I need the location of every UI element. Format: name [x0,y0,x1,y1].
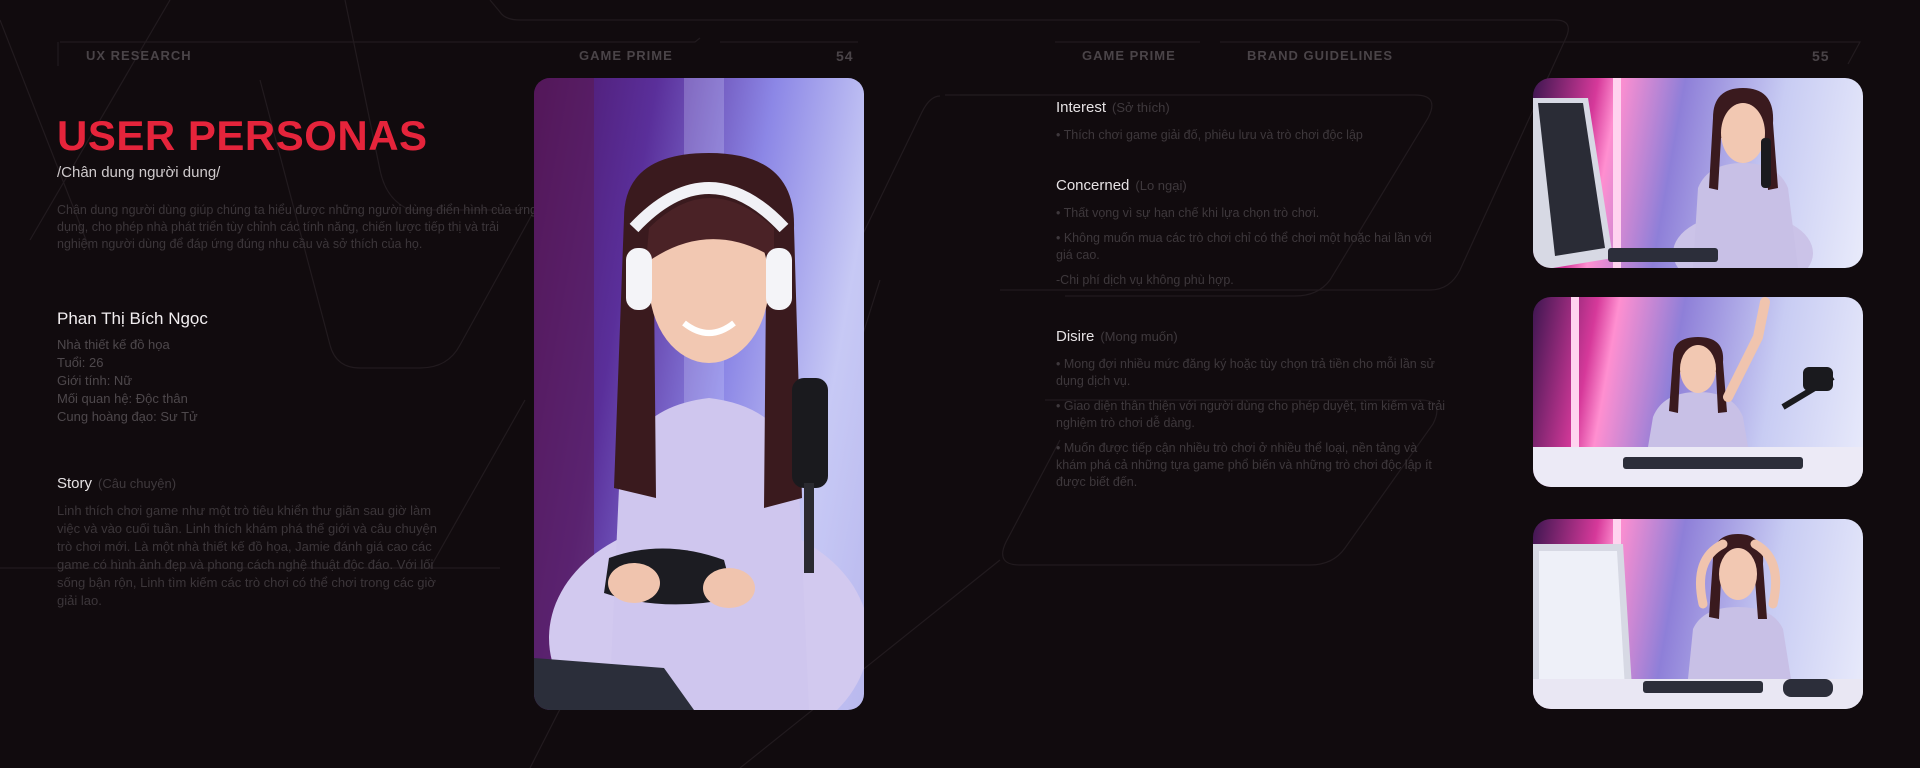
concerned-item: • Thất vọng vì sự hạn chế khi lựa chọn t… [1056,206,1320,220]
concerned-item: • Không muốn mua các trò chơi chỉ có thể… [1056,231,1432,262]
header-brand-right: GAME PRIME [1082,48,1176,63]
intro-paragraph: Chân dung người dùng giúp chúng ta hiểu … [57,203,537,251]
persona-occupation: Nhà thiết kế đồ họa [57,337,170,352]
persona-photo-frustrated [1533,519,1863,709]
interest-heading: Interest (Sở thích) [1056,99,1170,116]
interest-label: Interest [1056,99,1107,116]
concerned-label-vi: (Lo ngại) [1135,178,1187,193]
desire-item: • Mong đợi nhiều mức đăng ký hoặc tùy ch… [1056,357,1435,388]
concerned-list: • Thất vọng vì sự hạn chế khi lựa chọn t… [1056,205,1446,297]
interest-item: • Thích chơi game giải đố, phiêu lưu và … [1056,128,1363,142]
persona-name: Phan Thị Bích Ngọc [57,309,208,328]
story-label: Story [57,475,93,492]
concerned-heading: Concerned (Lo ngại) [1056,177,1187,194]
desire-list: • Mong đợi nhiều mức đăng ký hoặc tùy ch… [1056,356,1446,499]
page-subtitle: /Chân dung người dung/ [57,164,221,181]
header-section-right: BRAND GUIDELINES [1247,48,1394,63]
page-title: USER PERSONAS [57,112,428,159]
desire-label-vi: (Mong muốn) [1100,329,1178,344]
desire-item: • Muốn được tiếp cận nhiều trò chơi ở nh… [1056,441,1432,489]
story-text: Linh thích chơi game như một trò tiêu kh… [57,503,437,608]
page-number-left: 54 [836,48,854,64]
desire-label: Disire [1056,328,1095,345]
concerned-label: Concerned [1056,177,1130,194]
persona-age: Tuổi: 26 [57,355,104,370]
concerned-item: -Chi phí dịch vụ không phù hợp. [1056,273,1234,287]
desire-item: • Giao diện thân thiện với người dùng ch… [1056,399,1446,430]
persona-photo-cheering [1533,297,1863,487]
persona-details: Nhà thiết kế đồ họa Tuổi: 26 Giới tính: … [57,336,198,426]
persona-gender: Giới tính: Nữ [57,373,133,388]
header-brand-left: GAME PRIME [579,48,673,63]
story-label-vi: (Câu chuyện) [98,476,177,491]
interest-list: • Thích chơi game giải đố, phiêu lưu và … [1056,127,1446,152]
interest-label-vi: (Sở thích) [1112,100,1170,115]
persona-zodiac: Cung hoàng đạo: Sư Tử [57,409,198,424]
persona-photo-happy [1533,78,1863,268]
header-section-left: UX RESEARCH [86,48,192,63]
page-number-right: 55 [1812,48,1830,64]
desire-heading: Disire (Mong muốn) [1056,328,1178,345]
story-heading: Story (Câu chuyện) [57,475,176,492]
persona-main-photo [534,78,864,710]
persona-relationship: Mối quan hệ: Độc thân [57,391,188,406]
